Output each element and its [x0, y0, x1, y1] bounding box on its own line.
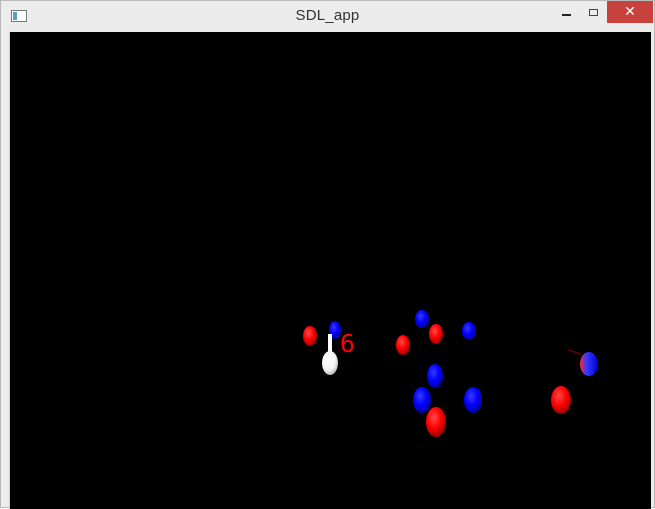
- minimize-icon: [562, 14, 571, 16]
- blue-ball: [462, 322, 476, 340]
- trail-line: [567, 349, 582, 355]
- maximize-icon: [589, 8, 598, 16]
- close-icon: ✕: [624, 4, 636, 20]
- cue-stick: [328, 334, 332, 353]
- blue-ball: [413, 387, 431, 413]
- blue-ball: [427, 364, 443, 388]
- maximize-button[interactable]: [580, 1, 607, 23]
- minimize-button[interactable]: [553, 1, 580, 23]
- title-bar[interactable]: SDL_app ✕: [1, 1, 654, 32]
- game-canvas[interactable]: 6: [9, 32, 651, 509]
- red-ball: [551, 386, 571, 414]
- blue-ball: [464, 387, 482, 413]
- sdl-app-window: SDL_app ✕ 6: [0, 0, 655, 509]
- blue-ball: [580, 352, 598, 376]
- red-ball: [396, 335, 410, 355]
- shot-counter: 6: [340, 329, 355, 358]
- red-ball: [429, 324, 443, 344]
- white-ball: [322, 351, 338, 375]
- scene-svg: 6: [303, 310, 598, 437]
- blue-ball: [415, 310, 429, 328]
- red-ball: [426, 407, 446, 437]
- close-button[interactable]: ✕: [607, 1, 653, 23]
- red-ball: [303, 326, 317, 346]
